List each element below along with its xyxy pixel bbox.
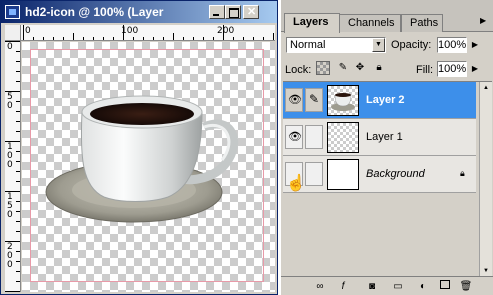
minimize-button[interactable]	[209, 5, 225, 19]
layer-thumbnail[interactable]	[327, 122, 359, 153]
layer-thumbnail[interactable]	[327, 85, 359, 116]
layer-name[interactable]: Background	[366, 168, 425, 180]
vruler-label-100: 100	[7, 142, 13, 170]
layer-row-layer-1[interactable]: 👁︎ Layer 1	[283, 119, 476, 156]
vruler-label-150: 150	[7, 192, 13, 220]
palette-tab-bar: Layers Channels Paths	[281, 0, 493, 33]
lock-label: Lock:	[285, 64, 312, 76]
new-layer-icon[interactable]	[438, 280, 452, 293]
fill-input[interactable]: 100%	[437, 61, 467, 77]
link-cell[interactable]	[305, 125, 323, 149]
lock-move-icon[interactable]: ✥	[353, 61, 367, 75]
layer-row-background[interactable]: Background 🔒︎	[283, 156, 476, 193]
visibility-toggle[interactable]: 👁︎	[285, 125, 303, 149]
fill-slider-arrow-icon[interactable]: ▶	[470, 62, 480, 76]
vruler-label-200: 200	[7, 242, 13, 270]
chevron-down-icon[interactable]: ▼	[372, 38, 385, 52]
blend-mode-value: Normal	[290, 39, 326, 51]
tab-channels[interactable]: Channels	[339, 14, 401, 32]
layer-lock-icon: 🔒︎	[460, 168, 465, 178]
fill-label: Fill:	[416, 64, 434, 76]
eye-icon: 👁︎	[288, 94, 302, 106]
layer-list[interactable]: 👁︎ ✎ Layer 2 👁︎ Layer 1 Background 🔒︎ ▲ …	[283, 81, 492, 277]
layer-name[interactable]: Layer 1	[366, 131, 403, 143]
layer-thumbnail[interactable]	[327, 159, 359, 190]
hand-cursor-icon: ☝	[286, 175, 306, 192]
link-cell[interactable]	[305, 162, 323, 186]
adjustment-layer-icon[interactable]: ◐	[416, 280, 430, 293]
opacity-label: Opacity:	[391, 39, 432, 51]
tab-layers[interactable]: Layers	[284, 13, 340, 33]
ruler-origin[interactable]	[5, 25, 21, 41]
layer-style-icon[interactable]: f	[336, 280, 350, 293]
palette-menu-icon[interactable]	[478, 14, 490, 28]
edit-indicator[interactable]: ✎	[305, 88, 323, 112]
opacity-slider-arrow-icon[interactable]: ▶	[470, 38, 480, 52]
maximize-button[interactable]	[225, 5, 241, 19]
lock-transparency-icon[interactable]	[316, 61, 330, 75]
ruler-label-0: 0	[25, 26, 31, 36]
scroll-up-icon[interactable]: ▲	[480, 82, 492, 94]
teacup-image	[45, 95, 239, 223]
layer-name[interactable]: Layer 2	[366, 94, 405, 106]
vertical-ruler[interactable]: 0 50 100 150 200	[5, 41, 21, 292]
document-window[interactable]: hd2-icon @ 100% (Layer ✕ 0 100 200 0 50 …	[0, 0, 278, 295]
palette-footer: ∞ f ◙ ▭ ◐ 🗑︎	[281, 276, 493, 295]
layer-list-scrollbar[interactable]: ▲ ▼	[479, 82, 492, 277]
document-title-bar[interactable]: hd2-icon @ 100% (Layer ✕	[1, 1, 277, 23]
opacity-input[interactable]: 100%	[437, 37, 467, 53]
lock-all-icon[interactable]: 🔒︎	[372, 61, 386, 75]
teacup-thumbnail-icon	[331, 93, 355, 111]
new-group-icon[interactable]: ▭	[391, 280, 405, 293]
photoshop-document-icon[interactable]	[5, 5, 20, 19]
vruler-label-50: 50	[7, 92, 13, 111]
close-icon: ✕	[247, 6, 257, 18]
lock-brush-icon[interactable]: ✎	[336, 61, 350, 75]
brush-icon: ✎	[309, 92, 320, 106]
horizontal-ruler[interactable]: 0 100 200	[21, 25, 275, 41]
tab-paths[interactable]: Paths	[401, 14, 443, 32]
link-layers-icon[interactable]: ∞	[313, 280, 327, 293]
close-button[interactable]: ✕	[243, 5, 259, 19]
ruler-label-100: 100	[121, 26, 139, 36]
ruler-label-200: 200	[217, 26, 235, 36]
trash-icon[interactable]: 🗑︎	[459, 280, 473, 293]
visibility-toggle[interactable]: 👁︎	[285, 88, 303, 112]
add-mask-icon[interactable]: ◙	[365, 280, 379, 293]
document-canvas[interactable]	[22, 42, 275, 292]
blend-mode-select[interactable]: Normal ▼	[286, 37, 386, 53]
vruler-label-0: 0	[7, 42, 13, 52]
document-title: hd2-icon @ 100% (Layer	[25, 5, 164, 19]
ruler-ticks	[23, 25, 274, 40]
eye-icon: 👁︎	[288, 131, 302, 143]
layers-palette[interactable]: Layers Channels Paths Normal ▼ Opacity: …	[280, 0, 493, 295]
layer-row-layer-2[interactable]: 👁︎ ✎ Layer 2	[283, 82, 476, 119]
